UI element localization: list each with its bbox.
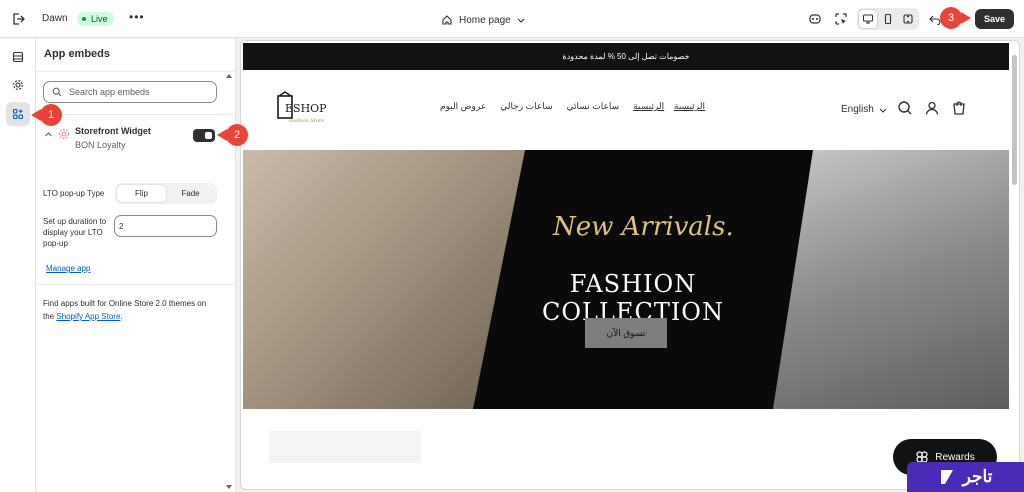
scroll-up-arrow[interactable]	[226, 74, 232, 78]
home-icon	[442, 15, 452, 25]
content-placeholder	[269, 431, 421, 463]
desktop-view-icon[interactable]	[858, 10, 877, 28]
nav-item[interactable]: ساعات نسائي	[567, 101, 620, 112]
divider	[36, 114, 236, 115]
hero-model-image-left	[243, 150, 525, 409]
sections-icon[interactable]	[6, 45, 30, 69]
more-actions-icon[interactable]: •••	[129, 10, 145, 24]
step-marker-2: 2	[226, 124, 248, 146]
cart-icon[interactable]	[951, 100, 967, 116]
app-embeds-icon[interactable]	[6, 102, 30, 126]
inspector-icon[interactable]	[831, 9, 851, 29]
store-logo[interactable]: ESHOP Fashion Store	[275, 88, 335, 132]
manage-app-link[interactable]: Manage app	[46, 264, 90, 273]
hero-script-text: New Arrivals.	[553, 212, 734, 242]
duration-input[interactable]: 2	[114, 215, 217, 237]
divider	[36, 284, 236, 285]
lto-type-fade[interactable]: Fade	[166, 185, 215, 202]
topbar-actions: Save	[805, 8, 1014, 30]
account-icon[interactable]	[924, 100, 940, 116]
step-marker-3: 3	[940, 7, 962, 29]
hero-banner[interactable]: New Arrivals. FASHION COLLECTION تسوق ال…	[243, 150, 1009, 409]
exit-icon[interactable]	[10, 11, 26, 27]
search-placeholder: Search app embeds	[69, 87, 150, 97]
search-icon[interactable]	[897, 100, 913, 116]
search-input[interactable]: Search app embeds	[43, 81, 217, 103]
page-selector-label: Home page	[459, 14, 511, 26]
nav-item[interactable]: عروض اليوم	[440, 101, 486, 112]
store-header: ESHOP Fashion Store الرئيسية ساعات نسائي…	[243, 70, 1009, 150]
app-store-link[interactable]: Shopify App Store	[56, 312, 120, 321]
divider	[36, 71, 236, 72]
widget-toggle[interactable]	[193, 129, 215, 142]
mobile-view-icon[interactable]	[879, 10, 897, 28]
chevron-down-icon	[517, 18, 525, 23]
language-selector[interactable]: English	[841, 104, 887, 115]
hero-model-image-right	[773, 150, 1009, 409]
nav-item-home[interactable]: الرئيسية	[674, 101, 705, 112]
brand-logo-icon	[940, 470, 953, 484]
store-nav: الرئيسية ساعات نسائي ساعات رجالي عروض ال…	[440, 101, 664, 112]
widget-app-name: BON Loyalty	[75, 140, 126, 150]
panel-title: App embeds	[44, 48, 111, 60]
bon-loyalty-icon	[59, 129, 69, 139]
marker-1-pointer	[31, 109, 41, 121]
brand-text: تاجر	[962, 467, 993, 486]
chevron-down-icon	[879, 108, 887, 113]
gear-icon[interactable]	[6, 73, 30, 97]
storefront-preview: خصومات تصل إلى 50 % لمدة محدودة ESHOP Fa…	[240, 40, 1020, 490]
marker-2-pointer	[217, 129, 227, 141]
duration-label: Set up duration to display your LTO pop-…	[43, 217, 107, 248]
editor-rail	[0, 39, 36, 492]
marker-3-pointer	[961, 12, 971, 24]
header-icons	[897, 100, 967, 116]
live-badge: Live	[77, 12, 114, 26]
lto-type-label: LTO pop-up Type	[43, 189, 105, 198]
shop-now-button[interactable]: تسوق الآن	[585, 318, 667, 348]
step-marker-1: 1	[40, 104, 62, 126]
search-icon	[52, 87, 62, 97]
save-button[interactable]: Save	[974, 9, 1014, 29]
logo-text: ESHOP	[285, 102, 327, 115]
logo-subtext: Fashion Store	[288, 118, 324, 124]
fullscreen-icon[interactable]	[899, 10, 917, 28]
brand-watermark: تاجر	[907, 462, 1024, 492]
theme-name: Dawn	[42, 13, 68, 24]
language-label: English	[841, 104, 874, 115]
sensei-icon[interactable]	[805, 9, 825, 29]
viewport-switcher	[856, 8, 919, 30]
preview-scrollbar[interactable]	[1012, 55, 1017, 185]
lto-type-segmented: Flip Fade	[115, 183, 217, 204]
find-apps-text: Find apps built for Online Store 2.0 the…	[43, 299, 207, 321]
scroll-down-arrow[interactable]	[226, 485, 232, 489]
nav-item[interactable]: ساعات رجالي	[500, 101, 552, 112]
rewards-label: Rewards	[935, 451, 975, 463]
editor-topbar: Dawn Live ••• Home page Save	[0, 0, 1024, 38]
page-selector[interactable]: Home page	[441, 12, 525, 28]
app-embed-item: Storefront Widget BON Loyalty	[42, 125, 222, 153]
nav-item[interactable]: الرئيسية	[633, 101, 664, 112]
app-embeds-panel: App embeds Search app embeds Storefront …	[36, 39, 236, 492]
chevron-up-icon[interactable]	[44, 130, 53, 139]
lto-type-flip[interactable]: Flip	[117, 185, 166, 202]
widget-name: Storefront Widget	[75, 126, 151, 136]
announcement-bar: خصومات تصل إلى 50 % لمدة محدودة	[243, 43, 1009, 70]
